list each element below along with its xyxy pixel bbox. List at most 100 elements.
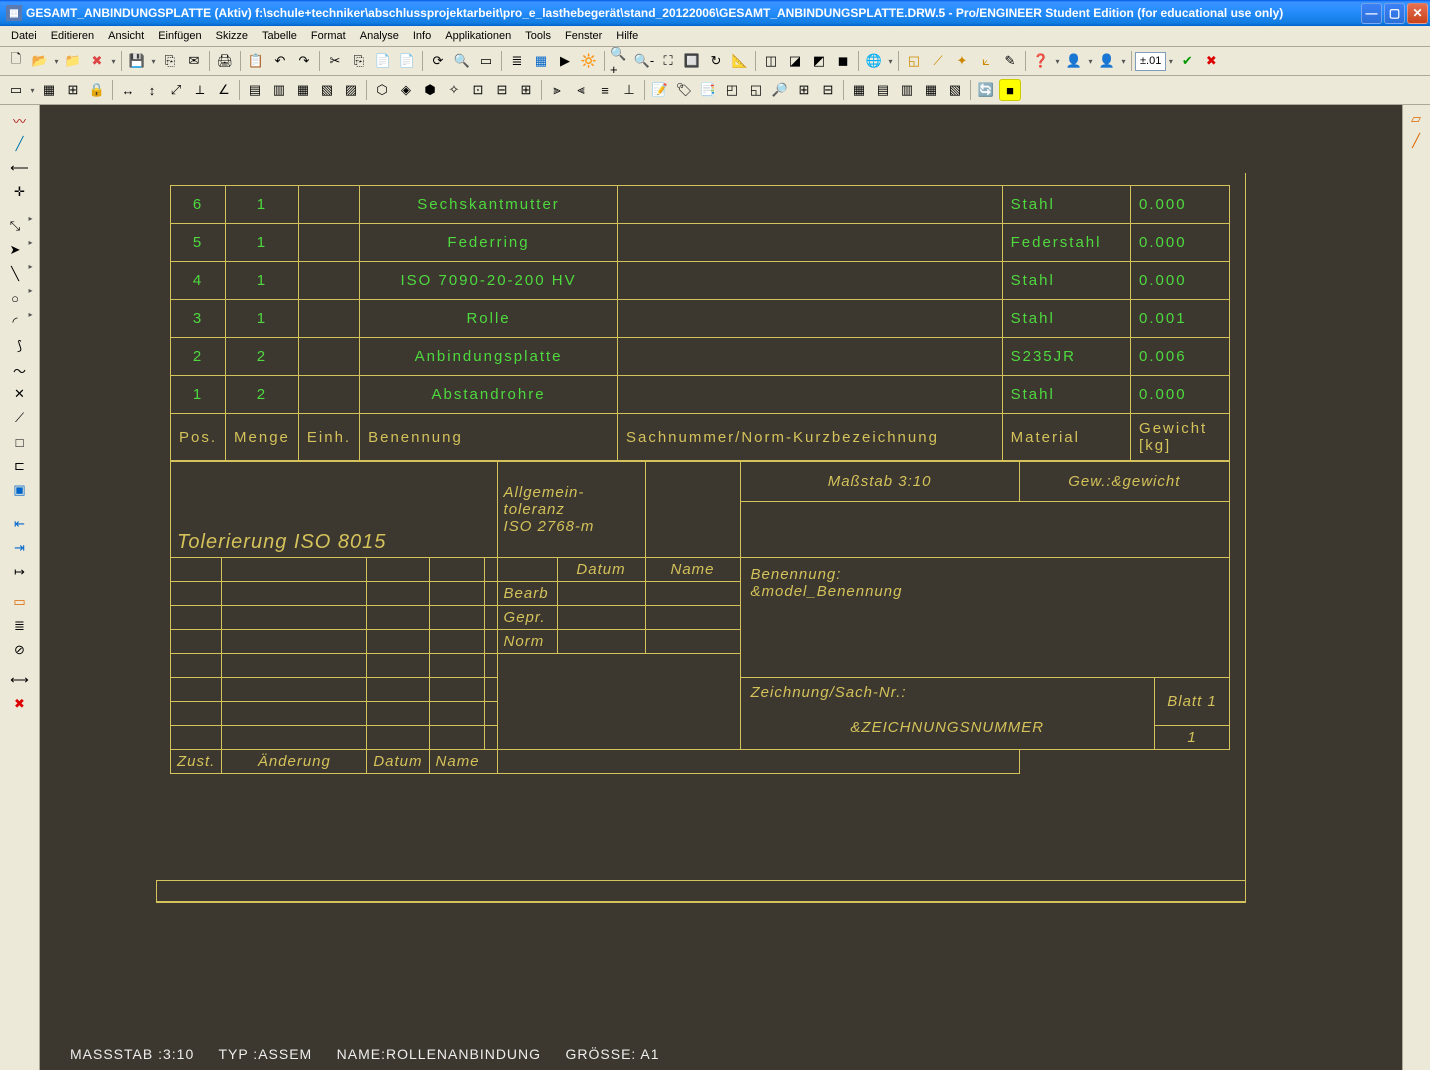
line2-icon[interactable]: ╲ — [4, 263, 26, 285]
menu-format[interactable]: Format — [304, 28, 353, 44]
dim5-button[interactable]: ∠ — [213, 79, 235, 101]
prev-icon[interactable]: ⟵ — [9, 157, 31, 179]
print-button[interactable]: 🖨 — [214, 50, 236, 72]
align3-button[interactable]: ≡ — [594, 79, 616, 101]
view-icon[interactable]: ▣ — [9, 479, 31, 501]
sym1-button[interactable]: ⬡ — [371, 79, 393, 101]
f1-dropdown[interactable]: ▾ — [1086, 57, 1095, 66]
reorient-button[interactable]: ↻ — [705, 50, 727, 72]
spline-icon[interactable]: 〜 — [9, 359, 31, 381]
menu-ansicht[interactable]: Ansicht — [101, 28, 151, 44]
move-right-icon[interactable]: ⇥ — [9, 537, 31, 559]
email-button[interactable]: ✉ — [183, 50, 205, 72]
menu-tabelle[interactable]: Tabelle — [255, 28, 304, 44]
dim-h-icon[interactable]: ⟷ — [9, 669, 31, 691]
dim2-button[interactable]: ↕ — [141, 79, 163, 101]
sketch-icon[interactable]: 〰 — [9, 109, 31, 131]
zoom-sel-button[interactable]: 🔲 — [681, 50, 703, 72]
update-button[interactable]: 🔄 — [975, 79, 997, 101]
sym6-button[interactable]: ⊟ — [491, 79, 513, 101]
find-button[interactable]: 🔍 — [451, 50, 473, 72]
datum-point-icon[interactable]: ✛ — [9, 181, 31, 203]
erase-dropdown[interactable]: ▾ — [109, 57, 118, 66]
sheet-button[interactable]: ▭ — [5, 79, 27, 101]
view-mgr-button[interactable]: ▦ — [530, 50, 552, 72]
dim3-button[interactable]: ⤢ — [165, 79, 187, 101]
tbl3-button[interactable]: ▥ — [896, 79, 918, 101]
regen-button[interactable]: ⟳ — [427, 50, 449, 72]
tbl1-button[interactable]: ▦ — [848, 79, 870, 101]
tol-dropdown[interactable]: ▾ — [1166, 57, 1175, 66]
new-button[interactable]: 🗋 — [5, 50, 27, 72]
sym2-button[interactable]: ◈ — [395, 79, 417, 101]
drawing-canvas[interactable]: 61SechskantmutterStahl0.000 51FederringF… — [40, 105, 1402, 1070]
axis2-icon[interactable]: ╱ — [1405, 131, 1427, 151]
accept-button[interactable]: ✔ — [1176, 50, 1198, 72]
erase-button[interactable]: ✖ — [86, 50, 108, 72]
table1-button[interactable]: ▤ — [244, 79, 266, 101]
table2-button[interactable]: ▥ — [268, 79, 290, 101]
maximize-button[interactable]: ▢ — [1384, 3, 1405, 24]
tbl4-button[interactable]: ▦ — [920, 79, 942, 101]
point2-icon[interactable]: ✕ — [9, 383, 31, 405]
menu-datei[interactable]: Datei — [4, 28, 44, 44]
datum-point-button[interactable]: ✦ — [951, 50, 973, 72]
set-wd-button[interactable]: 📁 — [62, 50, 84, 72]
note2-button[interactable]: 🏷 — [673, 79, 695, 101]
grid2-button[interactable]: ⊞ — [62, 79, 84, 101]
menu-tools[interactable]: Tools — [518, 28, 558, 44]
note1-button[interactable]: 📝 — [649, 79, 671, 101]
filter2-button[interactable]: 👤 — [1096, 50, 1118, 72]
grid3-button[interactable]: ⊞ — [793, 79, 815, 101]
sym7-button[interactable]: ⊞ — [515, 79, 537, 101]
datum-csys-button[interactable]: ⟀ — [975, 50, 997, 72]
tbl5-button[interactable]: ▧ — [944, 79, 966, 101]
select-icon[interactable]: ⤡ — [4, 215, 26, 237]
save-copy-button[interactable]: ⎘ — [159, 50, 181, 72]
tbl2-button[interactable]: ▤ — [872, 79, 894, 101]
insert-icon[interactable]: ▭ — [9, 591, 31, 613]
hidden-button[interactable]: ◪ — [784, 50, 806, 72]
chain-icon[interactable]: ⟋ — [9, 407, 31, 429]
menu-applikationen[interactable]: Applikationen — [438, 28, 518, 44]
layers2-icon[interactable]: ≣ — [9, 615, 31, 637]
table3-button[interactable]: ▦ — [292, 79, 314, 101]
copy2-button[interactable]: ⎘ — [348, 50, 370, 72]
redo-button[interactable]: ↷ — [293, 50, 315, 72]
paste-button[interactable]: 📄 — [372, 50, 394, 72]
offset-icon[interactable]: ⊏ — [9, 455, 31, 477]
menu-info[interactable]: Info — [406, 28, 438, 44]
table4-button[interactable]: ▧ — [316, 79, 338, 101]
menu-editieren[interactable]: Editieren — [44, 28, 101, 44]
cursor-icon[interactable]: ➤ — [4, 239, 26, 261]
line-icon[interactable]: ╱ — [9, 133, 31, 155]
open-dropdown[interactable]: ▾ — [52, 57, 61, 66]
search2-button[interactable]: 🔎 — [769, 79, 791, 101]
zoom-in-button[interactable]: 🔍+ — [609, 50, 631, 72]
nohidden-button[interactable]: ◩ — [808, 50, 830, 72]
filter1-button[interactable]: 👤 — [1063, 50, 1085, 72]
web-button[interactable]: 🌐 — [863, 50, 885, 72]
layers-button[interactable]: ≣ — [506, 50, 528, 72]
move-left-icon[interactable]: ⇤ — [9, 513, 31, 535]
grid1-button[interactable]: ▦ — [38, 79, 60, 101]
minimize-button[interactable]: — — [1361, 3, 1382, 24]
f2-dropdown[interactable]: ▾ — [1119, 57, 1128, 66]
align4-button[interactable]: ⊥ — [618, 79, 640, 101]
dim1-button[interactable]: ↔ — [117, 79, 139, 101]
play-button[interactable]: ▶ — [554, 50, 576, 72]
datum-plane-button[interactable]: ◱ — [903, 50, 925, 72]
use-edge-icon[interactable]: □ — [9, 431, 31, 453]
select-rect-button[interactable]: ▭ — [475, 50, 497, 72]
wireframe-button[interactable]: ◫ — [760, 50, 782, 72]
menu-skizze[interactable]: Skizze — [209, 28, 255, 44]
align1-button[interactable]: ⫸ — [546, 79, 568, 101]
tolerance-input[interactable]: ±.01 — [1135, 52, 1166, 71]
open-button[interactable]: 📂 — [29, 50, 51, 72]
note5-button[interactable]: ◱ — [745, 79, 767, 101]
grid4-button[interactable]: ⊟ — [817, 79, 839, 101]
menu-analyse[interactable]: Analyse — [353, 28, 406, 44]
arc-icon[interactable]: ◜ — [4, 311, 26, 333]
close-button[interactable]: ✕ — [1407, 3, 1428, 24]
refit-button[interactable]: ⛶ — [657, 50, 679, 72]
